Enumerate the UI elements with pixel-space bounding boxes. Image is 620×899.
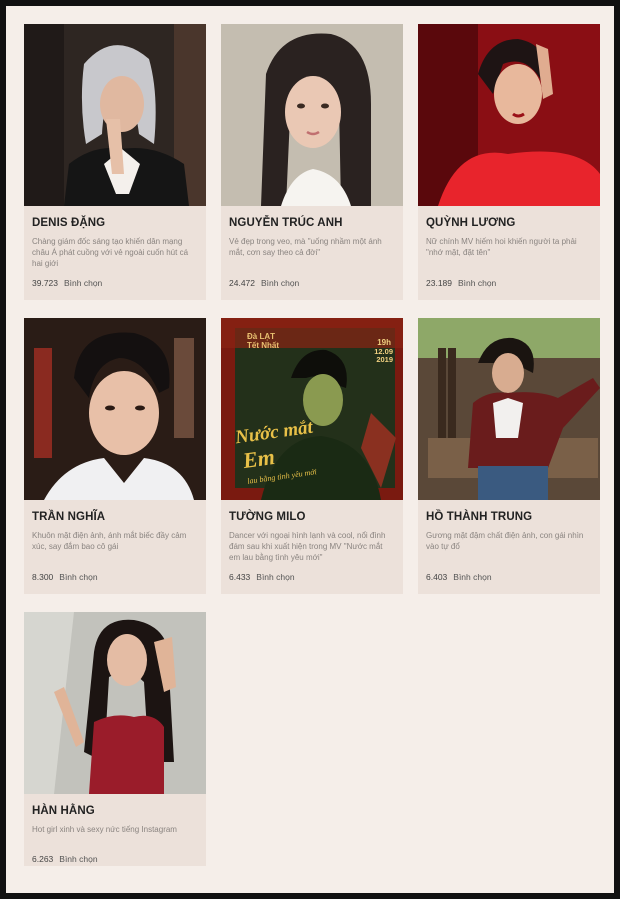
candidate-name: NGUYỄN TRÚC ANH: [229, 217, 343, 229]
candidate-photo: [418, 24, 600, 206]
candidate-name: HÀN HẰNG: [32, 805, 95, 817]
vote-count: 6.433 Bình chọn: [229, 572, 395, 582]
candidate-description: Nữ chính MV hiếm hoi khiến người ta phải…: [426, 237, 577, 257]
candidate-name: QUỲNH LƯƠNG: [426, 217, 516, 229]
poster-date-time: 19h: [377, 338, 391, 347]
candidate-description: Khuôn mặt điện ảnh, ánh mắt biếc đầy cảm…: [32, 531, 187, 551]
candidate-description: Dancer với ngoại hình lạnh và cool, nổi …: [229, 531, 386, 562]
candidate-description: Hot girl xinh và sexy nức tiếng Instagra…: [32, 825, 177, 834]
vote-count: 24.472 Bình chọn: [229, 278, 395, 288]
vote-number: 6.433: [229, 572, 251, 582]
vote-count: 6.263 Bình chọn: [32, 854, 198, 864]
candidate-photo: [221, 24, 403, 206]
vote-label[interactable]: Bình chọn: [256, 572, 294, 582]
poster-tag: Đà LẠT Tết Nhất: [247, 332, 279, 350]
candidate-card-tran-nghia[interactable]: TRẦN NGHĨA Khuôn mặt điện ảnh, ánh mắt b…: [24, 318, 206, 594]
vote-label[interactable]: Bình chọn: [261, 278, 299, 288]
candidate-card-quynh-luong[interactable]: QUỲNH LƯƠNG Nữ chính MV hiếm hoi khiến n…: [418, 24, 600, 300]
vote-number: 6.403: [426, 572, 448, 582]
candidate-description: Gương mặt đậm chất điện ảnh, con gái nhì…: [426, 531, 584, 551]
vote-label[interactable]: Bình chọn: [458, 278, 496, 288]
candidate-photo: [24, 612, 206, 794]
candidate-description: Chàng giám đốc sáng tạo khiến dân mạng c…: [32, 237, 189, 268]
vote-label[interactable]: Bình chọn: [64, 278, 102, 288]
poster-date: 12.09 2019: [374, 347, 393, 364]
vote-number: 39.723: [32, 278, 58, 288]
candidate-photo: [24, 318, 206, 500]
candidate-card-nguyen-truc-anh[interactable]: NGUYỄN TRÚC ANH Vẻ đẹp trong veo, mà "uố…: [221, 24, 403, 300]
candidate-card-denis-dang[interactable]: DENIS ĐẶNG Chàng giám đốc sáng tạo khiến…: [24, 24, 206, 300]
candidate-card-han-hang[interactable]: HÀN HẰNG Hot girl xinh và sexy nức tiếng…: [24, 612, 206, 866]
vote-count: 39.723 Bình chọn: [32, 278, 198, 288]
vote-number: 24.472: [229, 278, 255, 288]
vote-count: 8.300 Bình chọn: [32, 572, 198, 582]
candidate-name: TƯỜNG MILO: [229, 511, 306, 523]
candidate-card-tuong-milo[interactable]: Đà LẠT Tết Nhất 19h 12.09 2019 Nước mắt …: [221, 318, 403, 594]
candidate-card-ho-thanh-trung[interactable]: HỒ THÀNH TRUNG Gương mặt đậm chất điện ả…: [418, 318, 600, 594]
vote-label[interactable]: Bình chọn: [59, 572, 97, 582]
candidate-name: HỒ THÀNH TRUNG: [426, 511, 533, 523]
page-frame: DENIS ĐẶNG Chàng giám đốc sáng tạo khiến…: [6, 6, 614, 893]
candidate-photo: [24, 24, 206, 206]
vote-count: 6.403 Bình chọn: [426, 572, 592, 582]
vote-count: 23.189 Bình chọn: [426, 278, 592, 288]
vote-number: 6.263: [32, 854, 54, 864]
vote-label[interactable]: Bình chọn: [59, 854, 97, 864]
poster-title-line-2: Em: [241, 443, 277, 474]
candidate-photo: [418, 318, 600, 500]
candidate-description: Vẻ đẹp trong veo, mà "uống nhầm một ánh …: [229, 237, 382, 257]
vote-number: 23.189: [426, 278, 452, 288]
candidate-photo: Đà LẠT Tết Nhất 19h 12.09 2019 Nước mắt …: [221, 318, 403, 500]
candidate-name: DENIS ĐẶNG: [32, 217, 106, 229]
candidate-grid: DENIS ĐẶNG Chàng giám đốc sáng tạo khiến…: [24, 24, 600, 866]
vote-label[interactable]: Bình chọn: [453, 572, 491, 582]
vote-number: 8.300: [32, 572, 54, 582]
candidate-name: TRẦN NGHĨA: [32, 511, 106, 523]
